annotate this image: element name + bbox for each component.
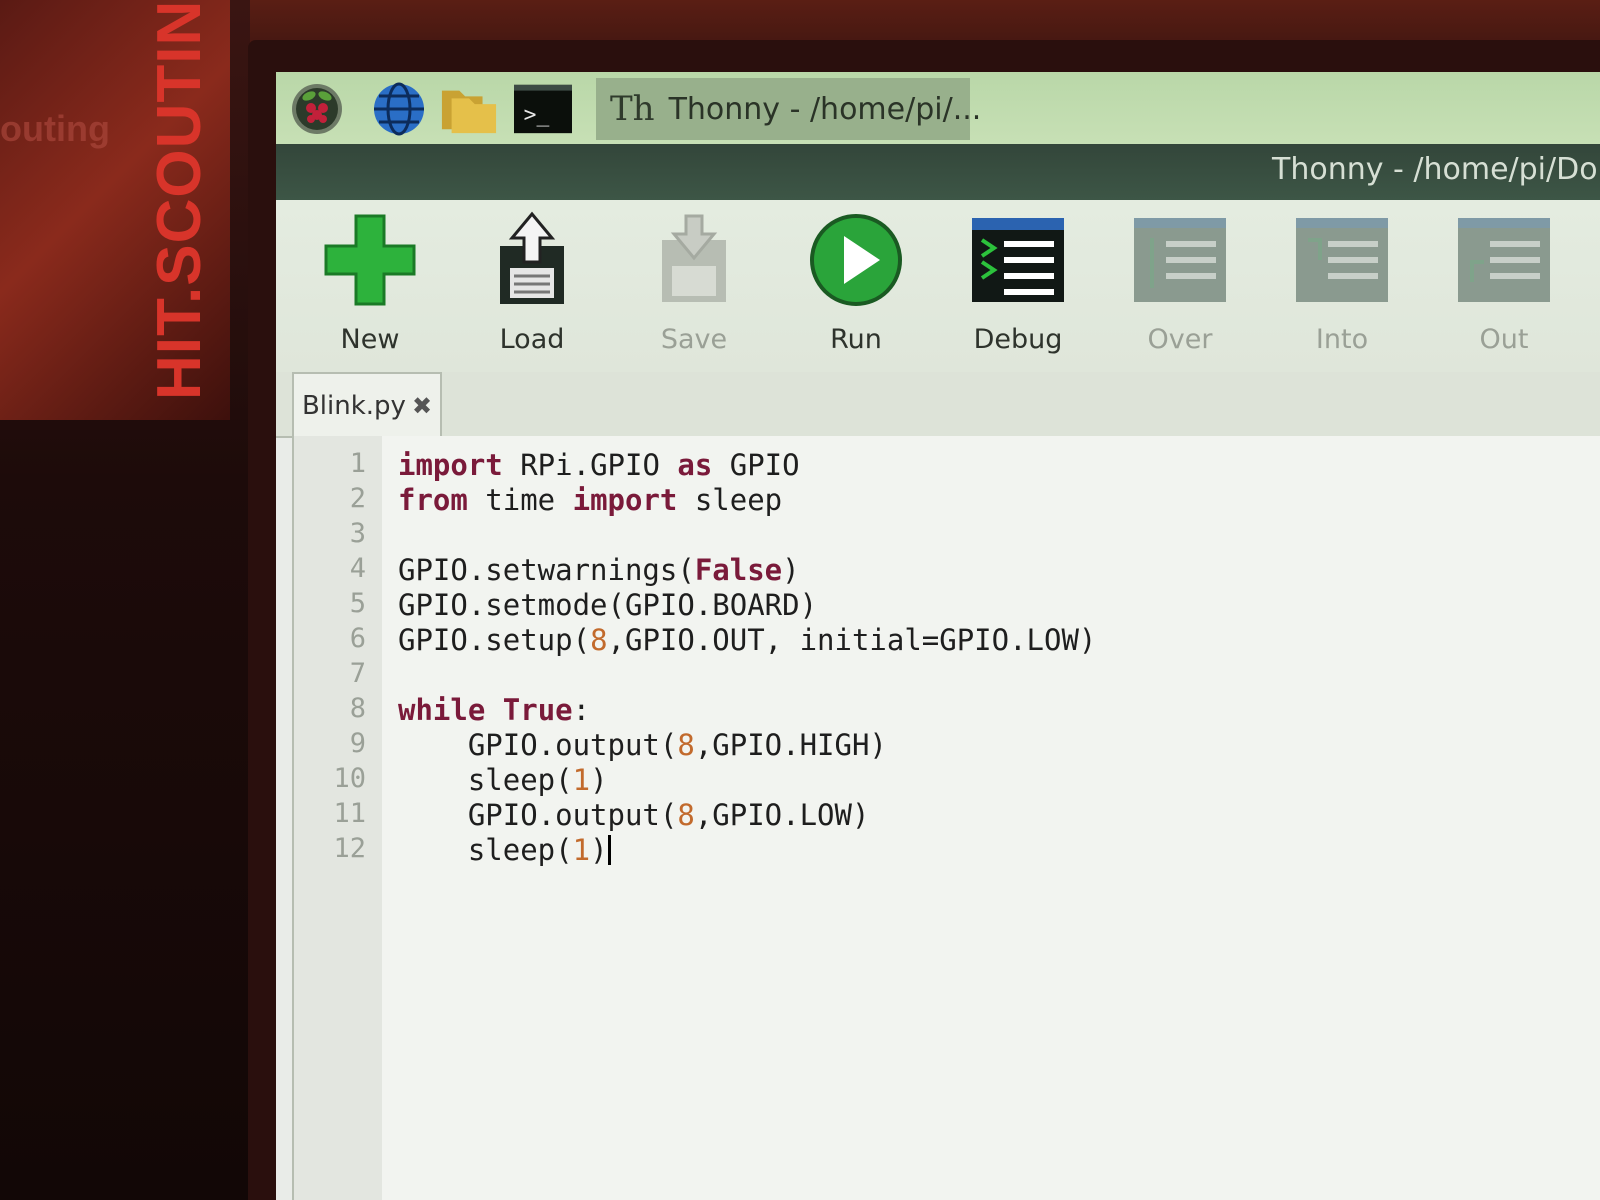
code-line[interactable]: GPIO.setmode(GPIO.BOARD): [398, 588, 817, 622]
code-line[interactable]: from time import sleep: [398, 483, 782, 517]
debug-label: Debug: [973, 324, 1063, 355]
save-button[interactable]: Save: [624, 210, 764, 360]
thonny-logo-icon: Th: [610, 89, 655, 129]
step-out-button[interactable]: Out: [1434, 210, 1574, 360]
load-label: Load: [499, 324, 565, 355]
code-text: GPIO.output(: [398, 798, 678, 832]
save-label: Save: [660, 324, 728, 355]
step-into-icon: [1296, 218, 1388, 302]
code-line[interactable]: GPIO.setwarnings(False): [398, 553, 800, 587]
line-number: 3: [349, 518, 366, 549]
line-number: 4: [349, 553, 366, 584]
file-manager-icon[interactable]: [440, 82, 498, 136]
code-keyword: while: [398, 693, 486, 727]
debug-icon: [972, 218, 1064, 302]
plus-icon: [324, 214, 416, 306]
window-title: Thonny - /home/pi/Do: [1272, 152, 1598, 187]
code-text: ,GPIO.HIGH): [694, 728, 887, 762]
line-number: 8: [349, 693, 366, 724]
out-label: Out: [1479, 324, 1529, 355]
code-number: 1: [572, 763, 591, 797]
play-icon: [810, 214, 902, 306]
new-label: New: [340, 324, 400, 355]
code-keyword: as: [677, 448, 713, 482]
tab-label: Blink.py: [301, 391, 406, 421]
code-text: GPIO.setup(: [398, 623, 591, 657]
code-text: GPIO: [712, 448, 800, 482]
code-text: sleep(: [398, 833, 573, 867]
code-text: RPi.GPIO: [502, 448, 678, 482]
code-number: 8: [677, 798, 695, 832]
screen: >_ Th Thonny - /home/pi/... Thonny - /ho…: [276, 72, 1600, 1200]
run-label: Run: [830, 324, 882, 355]
web-browser-icon[interactable]: [370, 82, 428, 136]
code-text: ): [590, 763, 608, 797]
line-number: 11: [333, 798, 366, 829]
load-button[interactable]: Load: [462, 210, 602, 360]
code-keyword: import: [398, 448, 503, 482]
line-number: 1: [349, 448, 366, 479]
code-line[interactable]: sleep(1): [398, 833, 611, 867]
line-number: 5: [349, 588, 366, 619]
code-text: sleep(: [398, 763, 573, 797]
terminal-glyph: >_: [524, 103, 550, 128]
code-text: ,GPIO.LOW): [694, 798, 870, 832]
step-over-button[interactable]: Over: [1110, 210, 1250, 360]
code-text: ,GPIO.OUT, initial=GPIO.LOW): [607, 623, 1097, 657]
poster-faded-text: outing: [0, 108, 110, 149]
close-icon[interactable]: ✖: [412, 392, 432, 420]
code-text: ): [782, 553, 800, 587]
code-keyword: import: [572, 483, 678, 517]
step-into-button[interactable]: Into: [1272, 210, 1412, 360]
editor-tabstrip: Blink.py ✖: [276, 372, 1600, 438]
line-number: 6: [349, 623, 366, 654]
load-icon: [500, 211, 564, 304]
code-line[interactable]: GPIO.output(8,GPIO.HIGH): [398, 728, 887, 762]
code-number: 1: [572, 833, 591, 867]
into-label: Into: [1315, 324, 1369, 355]
code-text: ): [590, 833, 608, 867]
code-keyword: from: [398, 483, 468, 517]
tab-blink-py[interactable]: Blink.py ✖: [292, 372, 442, 438]
code-line[interactable]: while True:: [398, 693, 590, 727]
code-number: 8: [677, 728, 695, 762]
code-editor[interactable]: 1 2 3 4 5 6 7 8 9 10 11 12 import RPi.GPIO as GPIO f…: [292, 436, 1600, 1200]
code-line[interactable]: GPIO.setup(8,GPIO.OUT, initial=GPIO.LOW): [398, 623, 1096, 657]
code-keyword: False: [694, 553, 783, 587]
code-line[interactable]: sleep(1): [398, 763, 608, 797]
code-text: time: [467, 483, 573, 517]
line-number: 12: [333, 833, 366, 864]
window-titlebar[interactable]: Thonny - /home/pi/Do: [276, 144, 1600, 200]
code-text: sleep: [677, 483, 783, 517]
step-out-icon: [1458, 218, 1550, 302]
toolbar: New Load Save Run Debug Over Into Out: [276, 200, 1600, 372]
new-button[interactable]: New: [300, 210, 440, 360]
taskbar-window-thonny[interactable]: Th Thonny - /home/pi/...: [596, 78, 981, 140]
taskbar: >_ Th Thonny - /home/pi/...: [276, 72, 1600, 144]
line-number: 2: [349, 483, 366, 514]
poster-text: HIT.SCOUTING.I: [145, 0, 214, 400]
code-text: :: [572, 693, 591, 727]
line-number: 10: [333, 763, 366, 794]
code-keyword: True: [502, 693, 573, 727]
code-line[interactable]: import RPi.GPIO as GPIO: [398, 448, 800, 482]
raspberry-menu-icon[interactable]: [288, 82, 346, 136]
taskbar-window-title: Thonny - /home/pi/...: [668, 91, 982, 127]
terminal-icon[interactable]: >_: [514, 82, 572, 136]
code-text: GPIO.setwarnings(: [398, 553, 695, 587]
line-number: 9: [349, 728, 366, 759]
line-number-gutter: 1 2 3 4 5 6 7 8 9 10 11 12: [294, 436, 382, 1200]
over-label: Over: [1147, 324, 1213, 355]
code-line[interactable]: GPIO.output(8,GPIO.LOW): [398, 798, 870, 832]
code-text: GPIO.setmode(GPIO.BOARD): [398, 588, 818, 622]
step-over-icon: [1134, 218, 1226, 302]
code-text: GPIO.output(: [398, 728, 678, 762]
debug-button[interactable]: Debug: [948, 210, 1088, 360]
save-icon: [662, 214, 726, 302]
text-cursor: [607, 835, 611, 865]
run-button[interactable]: Run: [786, 210, 926, 360]
code-number: 8: [590, 623, 608, 657]
line-number: 7: [349, 658, 366, 689]
